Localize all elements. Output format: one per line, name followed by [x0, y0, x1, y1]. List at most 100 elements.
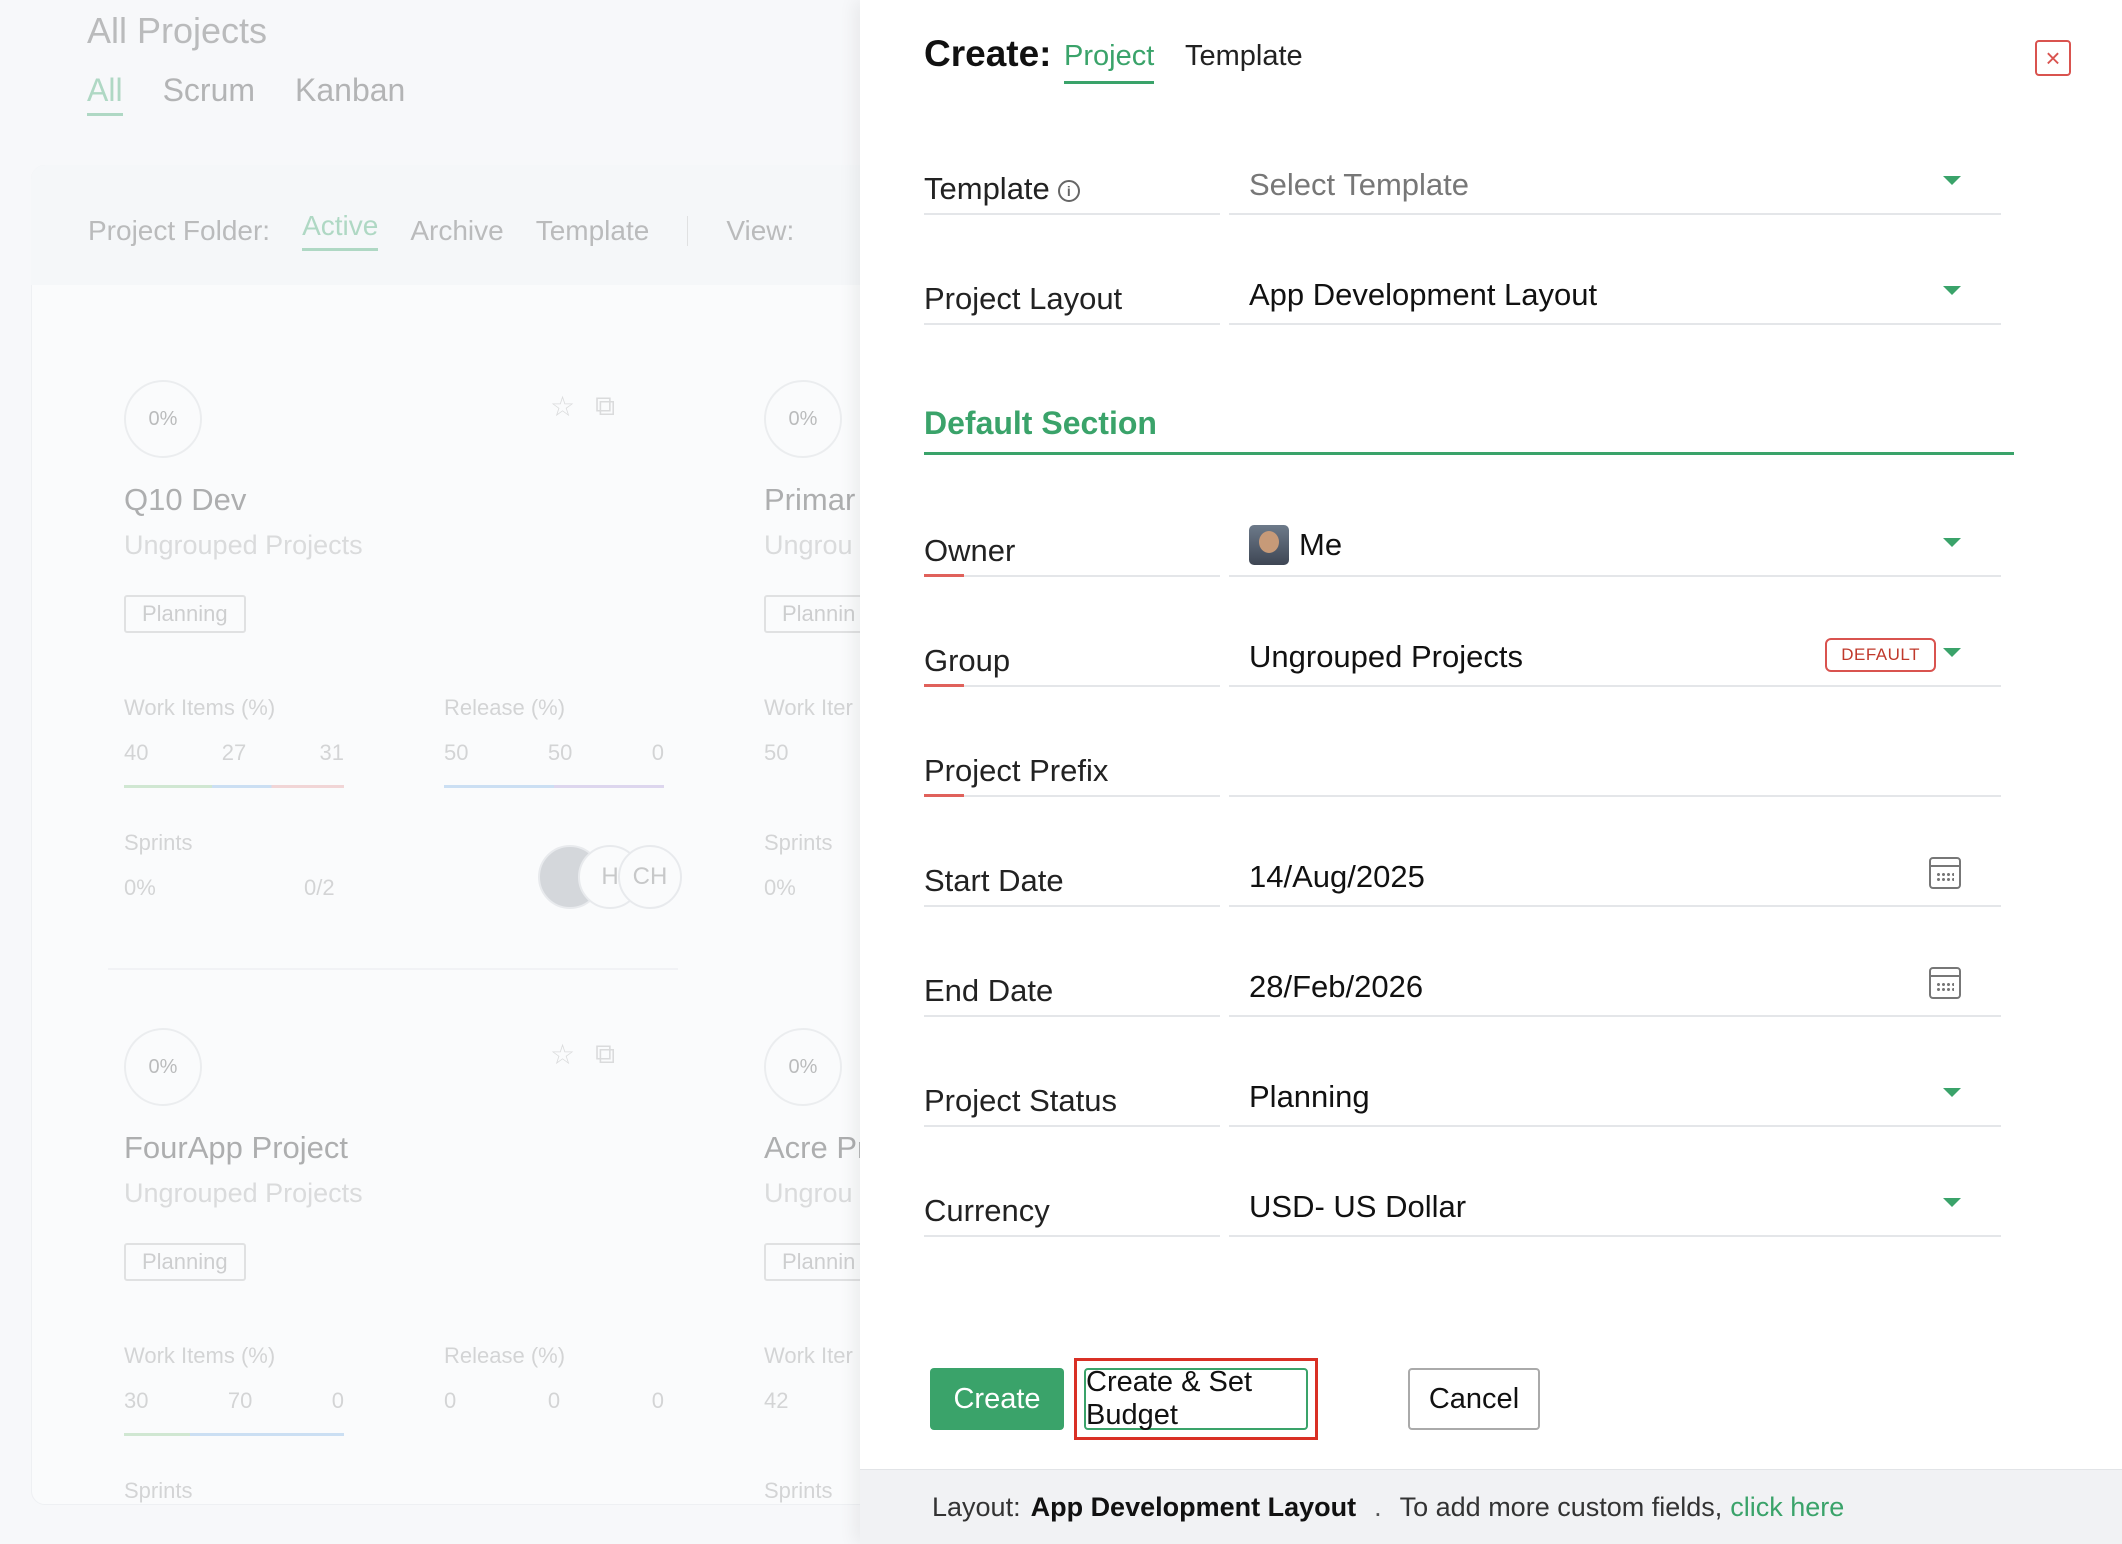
sprints-percent: 0%	[124, 875, 156, 900]
click-here-link[interactable]: click here	[1730, 1492, 1844, 1523]
work-items-value: 30	[124, 1388, 149, 1413]
card-actions: ☆ ⧉	[550, 1038, 615, 1071]
end-date-input[interactable]: 28/Feb/2026	[1249, 969, 1423, 1005]
project-title[interactable]: Primar	[764, 482, 855, 518]
work-items-values: 40 27 31	[124, 740, 344, 766]
star-icon[interactable]: ☆	[550, 390, 575, 423]
info-icon[interactable]: i	[1057, 179, 1080, 202]
folder-row: Project Folder: Active Archive Template …	[88, 210, 794, 251]
cancel-button[interactable]: Cancel	[1408, 1368, 1540, 1430]
project-card[interactable]: 0% ☆ ⧉ Q10 Dev Ungrouped Projects Planni…	[92, 370, 682, 930]
open-external-icon[interactable]: ⧉	[595, 1038, 615, 1071]
group-field: Group Ungrouped Projects DEFAULT	[924, 577, 2001, 687]
project-layout-label: Project Layout	[924, 281, 1123, 316]
create-project-drawer: Create: Project Template × Template i Sel…	[860, 0, 2122, 1544]
end-date-field: End Date 28/Feb/2026	[924, 907, 2001, 1017]
work-items-bar	[124, 785, 344, 788]
status-badge: Plannin	[764, 595, 874, 633]
project-group: Ungrouped Projects	[124, 1178, 363, 1208]
release-value: 0	[547, 1388, 561, 1413]
tab-scrum[interactable]: Scrum	[163, 72, 255, 116]
drawer-footer: Layout: App Development Layout . To add …	[860, 1469, 2122, 1544]
drawer-title: Create:	[924, 33, 1052, 74]
progress-circle: 0%	[124, 1028, 202, 1106]
close-icon[interactable]: ×	[2035, 40, 2071, 76]
open-external-icon[interactable]: ⧉	[595, 390, 615, 423]
template-field: Template i Select Template	[924, 105, 2001, 215]
field-underline	[1229, 323, 2001, 325]
project-title[interactable]: Acre Pr	[764, 1130, 867, 1166]
chevron-down-icon[interactable]	[1943, 648, 1961, 657]
folder-tab-archive[interactable]: Archive	[410, 215, 503, 247]
sprints-label: Sprints	[124, 1478, 193, 1503]
chevron-down-icon[interactable]	[1943, 176, 1961, 185]
status-badge: Planning	[124, 1243, 246, 1281]
progress-circle: 0%	[764, 1028, 842, 1106]
project-status-label: Project Status	[924, 1083, 1117, 1118]
work-items-values: 30 70 0	[124, 1388, 344, 1414]
release-value: 0	[651, 1388, 664, 1413]
project-layout-select[interactable]: App Development Layout	[1249, 277, 1597, 313]
chevron-down-icon[interactable]	[1943, 538, 1961, 547]
create-button[interactable]: Create	[930, 1368, 1064, 1430]
work-items-label: Work Iter	[764, 1343, 853, 1368]
tab-all[interactable]: All	[87, 72, 123, 116]
release-label: Release (%)	[444, 1343, 566, 1368]
calendar-icon[interactable]	[1929, 857, 1961, 889]
folder-tab-template[interactable]: Template	[536, 215, 650, 247]
folder-label: Project Folder:	[88, 214, 271, 246]
start-date-label: Start Date	[924, 863, 1064, 898]
chevron-down-icon[interactable]	[1943, 286, 1961, 295]
default-badge: DEFAULT	[1825, 638, 1936, 672]
owner-field: Owner Me	[924, 467, 2001, 577]
release-label: Release (%)	[444, 695, 566, 720]
page-title: All Projects	[87, 10, 268, 51]
tab-project[interactable]: Project	[1064, 40, 1155, 84]
owner-label: Owner	[924, 533, 1016, 568]
work-items-label: Work Iter	[764, 695, 853, 720]
project-title[interactable]: FourApp Project	[124, 1130, 348, 1166]
sprints-label: Sprints	[124, 830, 193, 855]
project-status-field: Project Status Planning	[924, 1017, 2001, 1127]
group-label: Group	[924, 643, 1011, 678]
calendar-icon[interactable]	[1929, 967, 1961, 999]
footer-layout-value: App Development Layout	[1030, 1491, 1357, 1522]
work-items-value: 42	[764, 1388, 789, 1413]
sprints-percent: 0%	[764, 875, 796, 900]
project-card[interactable]: 0% ☆ ⧉ FourApp Project Ungrouped Project…	[92, 1018, 664, 1544]
group-select[interactable]: Ungrouped Projects	[1249, 639, 1523, 675]
project-group: Ungrou	[764, 1178, 853, 1208]
folder-tab-active[interactable]: Active	[302, 210, 379, 251]
work-items-value: 0	[331, 1388, 344, 1413]
project-status-select[interactable]: Planning	[1249, 1079, 1370, 1115]
work-items-label: Work Items (%)	[124, 695, 276, 720]
work-items-value: 70	[227, 1388, 253, 1413]
member-avatars[interactable]: H CH	[538, 845, 682, 909]
view-tabs: All Scrum Kanban	[87, 72, 405, 116]
project-prefix-field: Project Prefix	[924, 687, 2001, 797]
create-set-budget-button[interactable]: Create & Set Budget	[1084, 1366, 1308, 1431]
tab-kanban[interactable]: Kanban	[295, 72, 405, 116]
label-underline	[924, 323, 1220, 325]
start-date-input[interactable]: 14/Aug/2025	[1249, 859, 1425, 895]
tab-template[interactable]: Template	[1185, 40, 1303, 81]
chevron-down-icon[interactable]	[1943, 1088, 1961, 1097]
progress-circle: 0%	[124, 380, 202, 458]
release-value: 0	[444, 1388, 457, 1413]
template-select[interactable]: Select Template	[1249, 167, 1469, 203]
release-values: 0 0 0	[444, 1388, 664, 1414]
work-items-value: 50	[764, 740, 789, 765]
work-items-label: Work Items (%)	[124, 1343, 276, 1368]
release-value: 50	[444, 740, 469, 765]
currency-select[interactable]: USD- US Dollar	[1249, 1189, 1466, 1225]
project-prefix-input[interactable]	[1249, 745, 1849, 785]
owner-select[interactable]: Me	[1249, 525, 1342, 565]
project-title[interactable]: Q10 Dev	[124, 482, 246, 518]
star-icon[interactable]: ☆	[550, 1038, 575, 1071]
release-values: 50 50 0	[444, 740, 664, 766]
chevron-down-icon[interactable]	[1943, 1198, 1961, 1207]
work-items-value: 31	[319, 740, 344, 765]
release-value: 0	[651, 740, 664, 765]
release-value: 50	[547, 740, 573, 765]
template-label: Template i	[924, 171, 1080, 207]
